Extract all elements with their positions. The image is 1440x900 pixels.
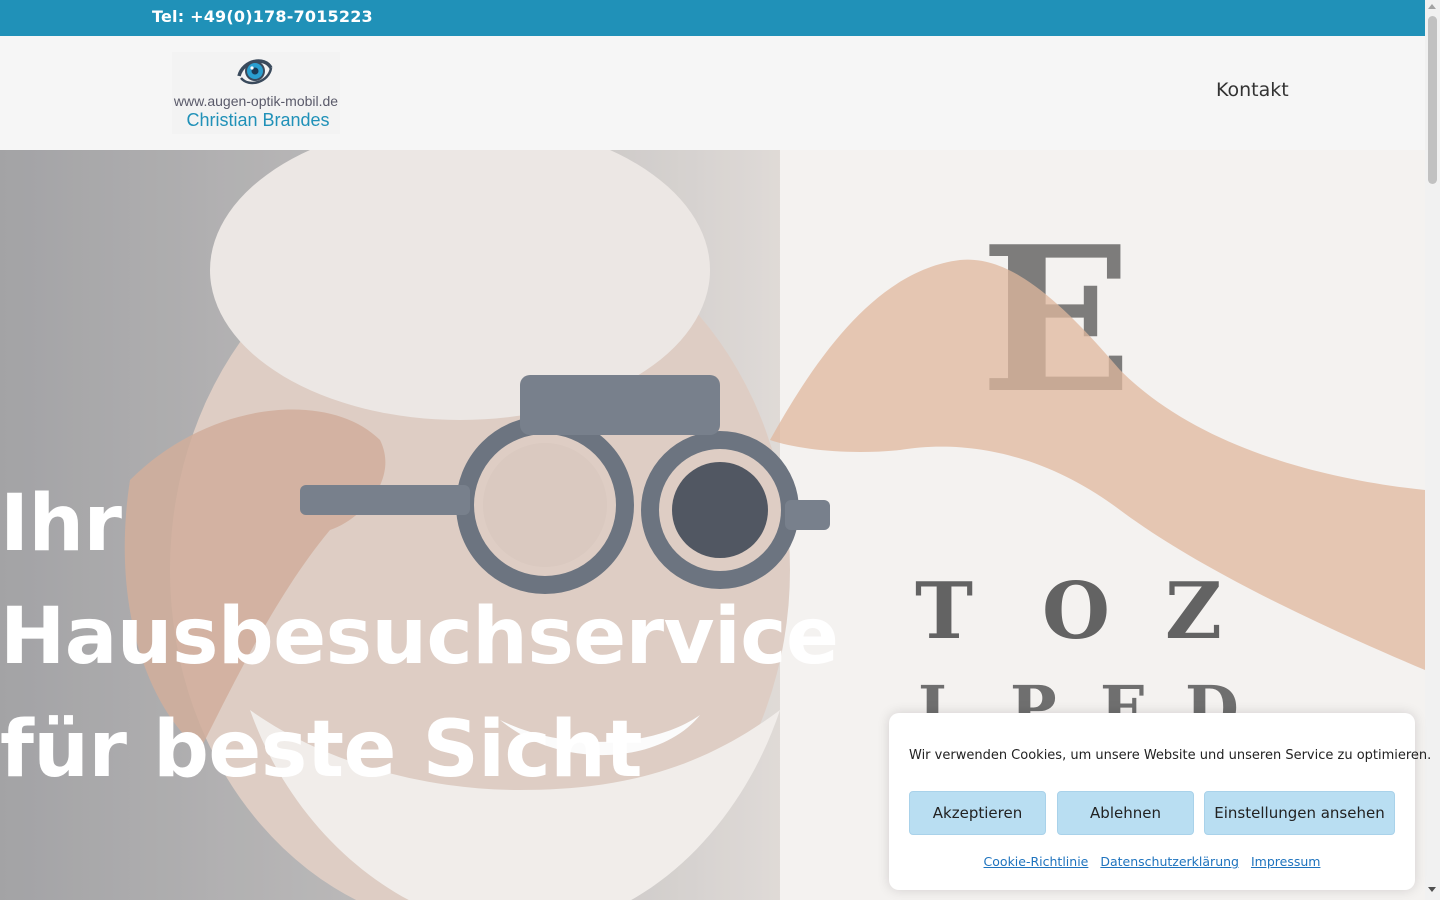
hero-heading: Ihr Hausbesuchservice für beste Sicht xyxy=(0,468,900,807)
scrollbar-thumb[interactable] xyxy=(1428,16,1437,184)
cookie-settings-button[interactable]: Einstellungen ansehen xyxy=(1204,791,1395,835)
nav-contact-link[interactable]: Kontakt xyxy=(1216,79,1289,101)
scroll-up-arrow-icon[interactable] xyxy=(1428,4,1436,9)
cookie-policy-link[interactable]: Cookie-Richtlinie xyxy=(984,854,1089,869)
site-logo[interactable]: www.augen-optik-mobil.de Christian Brand… xyxy=(172,52,340,134)
eye-logo-icon xyxy=(237,59,273,85)
logo-url-text: www.augen-optik-mobil.de xyxy=(173,93,339,109)
cookie-message: Wir verwenden Cookies, um unsere Website… xyxy=(909,748,1432,763)
cookie-consent-banner: Wir verwenden Cookies, um unsere Website… xyxy=(889,713,1431,890)
hero-heading-line-3: für beste Sicht xyxy=(0,705,643,795)
phone-number[interactable]: Tel: +49(0)178-7015223 xyxy=(152,7,373,26)
top-contact-bar: Tel: +49(0)178-7015223 xyxy=(0,0,1425,36)
cookie-links: Cookie-Richtlinie Datenschutzerklärung I… xyxy=(889,854,1415,869)
imprint-link[interactable]: Impressum xyxy=(1251,854,1320,869)
page: Tel: +49(0)178-7015223 www.augen-optik-m… xyxy=(0,0,1440,900)
page-scrollbar[interactable] xyxy=(1425,0,1440,900)
site-header: www.augen-optik-mobil.de Christian Brand… xyxy=(0,36,1425,150)
privacy-policy-link[interactable]: Datenschutzerklärung xyxy=(1100,854,1239,869)
cookie-accept-button[interactable]: Akzeptieren xyxy=(909,791,1046,835)
scroll-down-arrow-icon[interactable] xyxy=(1428,887,1436,892)
cookie-deny-button[interactable]: Ablehnen xyxy=(1057,791,1194,835)
logo-owner-name: Christian Brandes xyxy=(186,110,330,130)
hero-heading-line-1: Ihr xyxy=(0,479,122,569)
hero-heading-line-2: Hausbesuchservice xyxy=(0,592,839,682)
